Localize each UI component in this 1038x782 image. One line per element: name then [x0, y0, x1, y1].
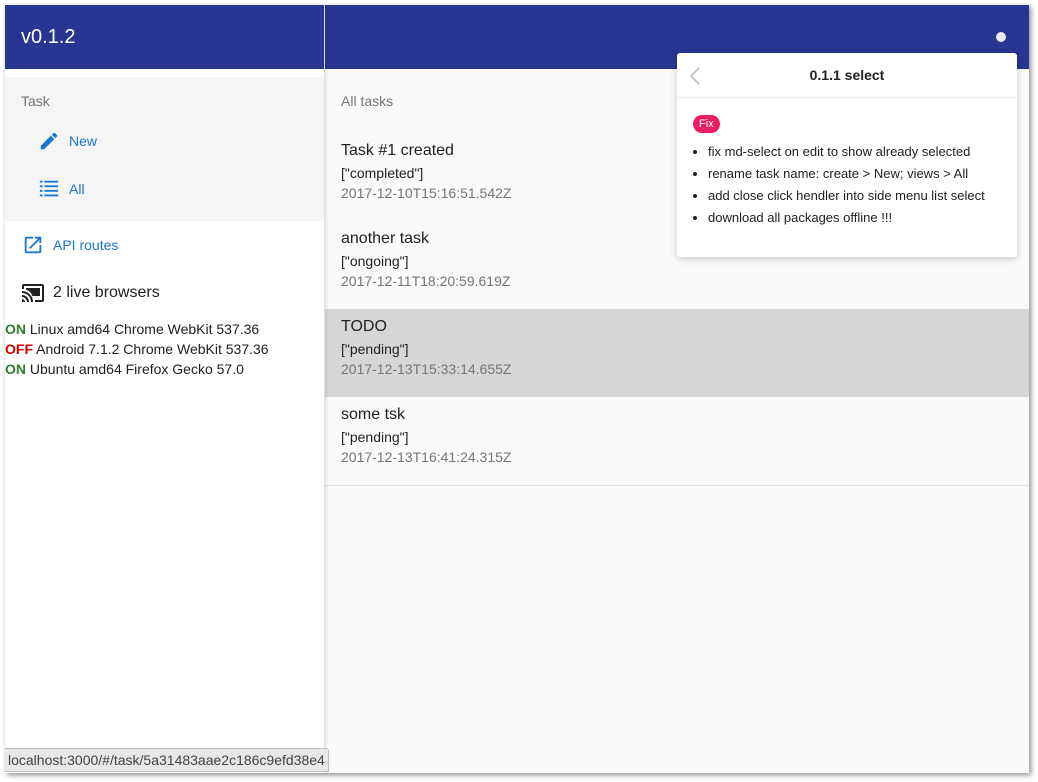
sidebar-header: v0.1.2 — [5, 5, 324, 69]
browser-name: Android 7.1.2 Chrome WebKit 537.36 — [36, 341, 269, 357]
api-routes-link[interactable]: API routes — [5, 221, 324, 269]
list-item: download all packages offline !!! — [708, 207, 1001, 229]
task-date: 2017-12-11T18:20:59.619Z — [341, 273, 511, 289]
popover-title: 0.1.1 select — [809, 67, 885, 83]
changelog-notes: fix md-select on edit to show already se… — [693, 141, 1001, 229]
task-item-selected[interactable]: TODO ["pending"] 2017-12-13T15:33:14.655… — [325, 309, 1029, 397]
app-version: v0.1.2 — [21, 25, 76, 48]
task-section: Task New All — [5, 77, 324, 221]
list-icon — [37, 177, 61, 201]
api-routes-label: API routes — [53, 237, 119, 253]
sidebar-item-label: All — [69, 181, 85, 197]
chevron-left-icon[interactable] — [689, 67, 705, 85]
task-subheader: Task — [21, 93, 50, 109]
browser-list: ON Linux amd64 Chrome WebKit 537.36 OFF … — [5, 319, 324, 379]
task-date: 2017-12-13T16:41:24.315Z — [341, 449, 512, 465]
list-item: add close click hendler into side menu l… — [708, 185, 1001, 207]
task-tags: ["pending"] — [341, 341, 409, 357]
changelog-popover: 0.1.1 select Fix fix md-select on edit t… — [677, 53, 1017, 257]
sidebar-item-all[interactable]: All — [5, 165, 324, 213]
task-date: 2017-12-13T15:33:14.655Z — [341, 361, 512, 377]
live-browsers-header: 2 live browsers — [5, 269, 324, 317]
list-item: fix md-select on edit to show already se… — [708, 141, 1001, 163]
list-divider — [325, 485, 1029, 486]
task-item[interactable]: some tsk ["pending"] 2017-12-13T16:41:24… — [325, 397, 1029, 485]
popover-body: Fix fix md-select on edit to show alread… — [677, 98, 1017, 229]
popover-header: 0.1.1 select — [677, 53, 1017, 98]
list-item: rename task name: create > New; views > … — [708, 163, 1001, 185]
cast-icon — [21, 281, 45, 305]
pencil-icon — [37, 129, 61, 153]
task-tags: ["pending"] — [341, 429, 409, 445]
menu-dot-icon[interactable] — [996, 32, 1006, 42]
app-window: v0.1.2 Task New All API routes 2 live br… — [5, 5, 1029, 773]
status-badge: ON — [5, 321, 26, 337]
fix-badge: Fix — [693, 115, 720, 133]
browser-row: ON Ubuntu amd64 Firefox Gecko 57.0 — [5, 359, 324, 379]
status-badge: ON — [5, 361, 26, 377]
browser-name: Linux amd64 Chrome WebKit 537.36 — [29, 321, 260, 337]
browser-name: Ubuntu amd64 Firefox Gecko 57.0 — [29, 361, 244, 377]
browser-row: ON Linux amd64 Chrome WebKit 537.36 — [5, 319, 324, 339]
live-browsers-label: 2 live browsers — [53, 284, 160, 301]
task-title: TODO — [341, 318, 387, 335]
task-title: some tsk — [341, 406, 406, 423]
sidebar-item-label: New — [69, 133, 98, 149]
status-badge: OFF — [5, 341, 33, 357]
side-menu: v0.1.2 Task New All API routes 2 live br… — [5, 5, 325, 773]
browser-row: OFF Android 7.1.2 Chrome WebKit 537.36 — [5, 339, 324, 359]
sidebar-item-new[interactable]: New — [5, 117, 324, 165]
link-status-bar: localhost:3000/#/task/5a31483aae2c186c9e… — [5, 748, 329, 772]
external-link-icon — [21, 233, 45, 257]
